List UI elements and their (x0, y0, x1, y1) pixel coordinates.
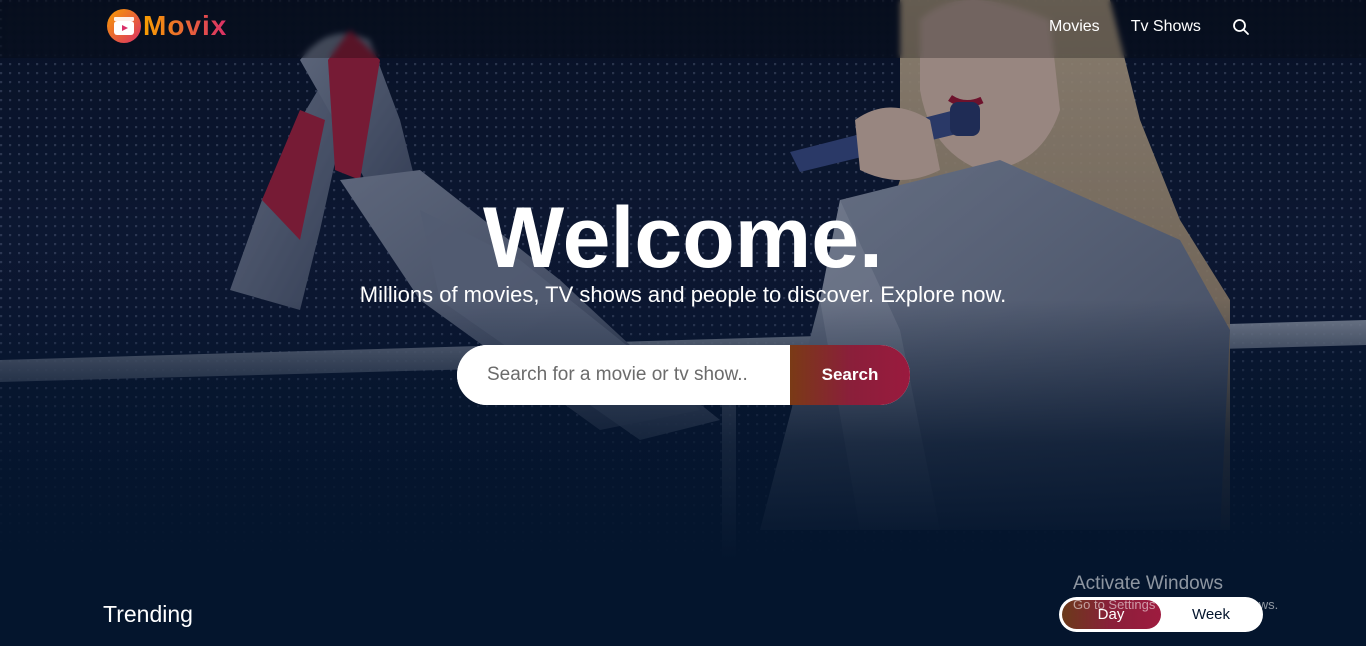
hero-subtitle: Millions of movies, TV shows and people … (359, 282, 1007, 307)
hero-search-input[interactable] (457, 345, 790, 405)
page: Movix Movies Tv Shows Welcome. Millions … (0, 0, 1366, 646)
hero-search-bar: Search (457, 345, 910, 405)
film-reel-icon (107, 9, 141, 43)
hero-title: Welcome. (483, 190, 883, 286)
nav-movies-link[interactable]: Movies (1049, 18, 1100, 36)
nav-tv-shows-link[interactable]: Tv Shows (1131, 18, 1201, 36)
logo-text: Movix (143, 10, 228, 41)
logo[interactable]: Movix (107, 9, 227, 43)
hero-content: Welcome. Millions of movies, TV shows an… (0, 190, 1366, 308)
hero-fade-overlay (0, 300, 1366, 560)
watermark-subtitle: Go to Settings to activate Windows. (1073, 597, 1279, 612)
main-nav: Movies Tv Shows (1049, 18, 1250, 36)
search-icon[interactable] (1232, 18, 1250, 36)
watermark-title: Activate Windows (1073, 573, 1223, 594)
top-header: Movix Movies Tv Shows (0, 0, 1366, 58)
hero-search-button[interactable]: Search (790, 345, 910, 405)
activate-windows-watermark: Activate Windows Go to Settings to activ… (1073, 573, 1278, 612)
trending-title: Trending (103, 601, 193, 627)
